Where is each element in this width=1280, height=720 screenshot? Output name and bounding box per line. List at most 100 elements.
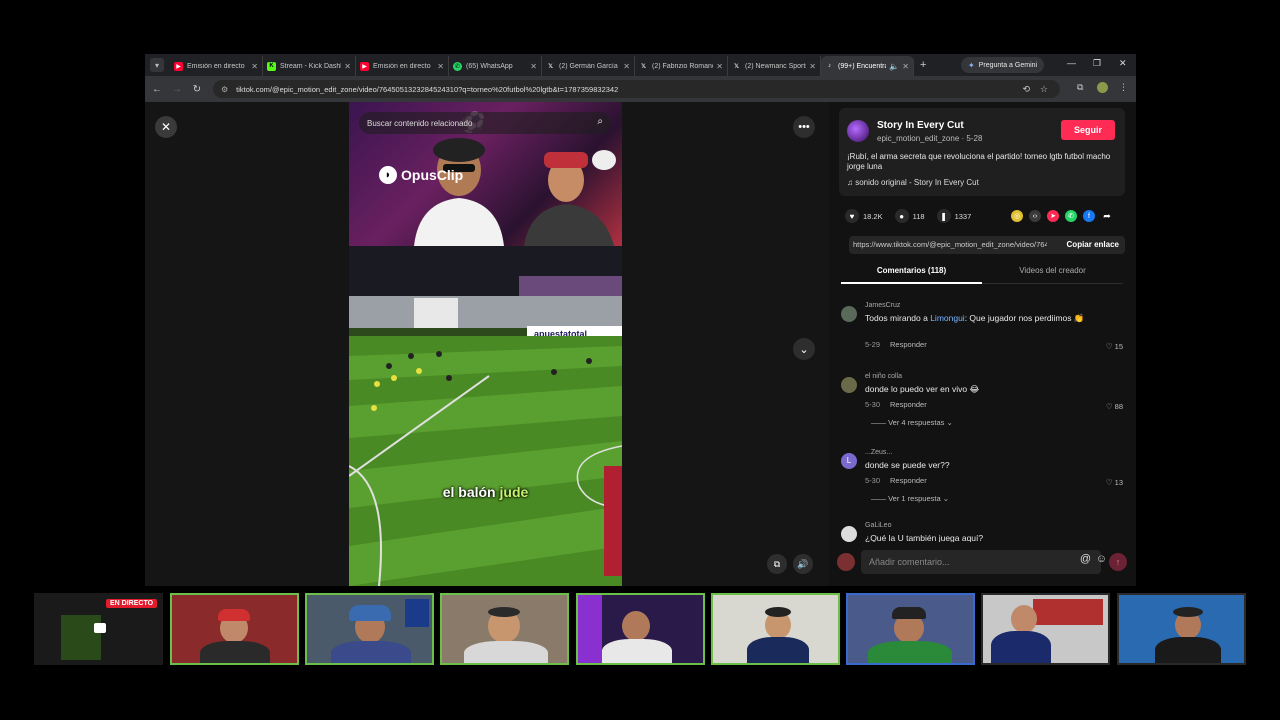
tab-search-icon[interactable]: ▾ (150, 58, 164, 72)
address-bar: ← → ↻ ⚙ tiktok.com/@epic_motion_edit_zon… (145, 76, 1136, 102)
extensions-icon[interactable]: ⧉ (1077, 82, 1083, 93)
comment-text: ¿Qué la U también juega aquí? (865, 533, 984, 542)
embed-icon[interactable]: ‹› (1029, 210, 1041, 222)
commenter-name[interactable]: JamesCruz (865, 302, 900, 309)
send-to-friends-icon[interactable]: ➤ (1047, 210, 1059, 222)
reply-button[interactable]: Responder (890, 400, 927, 409)
tab-6[interactable]: 𝕏 (2) Fabrizio Romano ✕ (635, 56, 728, 76)
x-icon: 𝕏 (641, 63, 646, 70)
usa-flag-decor (405, 599, 429, 627)
x-icon: 𝕏 (734, 63, 739, 70)
search-icon[interactable]: ⌕ (597, 116, 603, 127)
heart-icon[interactable]: ♥ (845, 209, 859, 223)
reply-button[interactable]: Responder (890, 476, 927, 485)
comment-like[interactable]: ♡ 13 (1106, 478, 1123, 487)
view-replies-button[interactable]: —— Ver 1 respuesta ⌄ (871, 494, 949, 503)
chevron-down-icon: ⌄ (944, 418, 953, 427)
browser-menu-icon[interactable]: ⋮ (1119, 82, 1128, 93)
new-tab-button[interactable]: + (920, 59, 926, 71)
speaker-icon: 🔈 (889, 61, 900, 71)
close-icon[interactable]: ✕ (902, 62, 909, 71)
window-close-button[interactable]: ✕ (1119, 58, 1127, 69)
participant-hair (488, 607, 520, 617)
close-video-button[interactable]: ✕ (155, 116, 177, 138)
more-share-icon[interactable]: ➦ (1101, 210, 1113, 222)
commenter-avatar[interactable] (841, 306, 857, 322)
tab-3[interactable]: ▶ Emisión en directo ✕ (356, 56, 449, 76)
comment-like[interactable]: ♡ 88 (1106, 402, 1123, 411)
divider-line: —— (871, 418, 889, 427)
minimize-button[interactable]: — (1067, 58, 1076, 68)
participant-body (331, 641, 411, 663)
translate-icon[interactable]: ⟲ (1022, 80, 1030, 98)
back-icon[interactable]: ← (147, 84, 167, 95)
coin-share-icon[interactable]: ◎ (1011, 210, 1023, 222)
forward-icon[interactable]: → (167, 84, 187, 95)
close-icon[interactable]: ✕ (809, 62, 816, 71)
url-field[interactable]: ⚙ tiktok.com/@epic_motion_edit_zone/vide… (213, 80, 1060, 98)
tab-comments[interactable]: Comentarios (118) (841, 262, 982, 284)
opusclip-watermark: ◗ OpusClip (379, 166, 463, 184)
close-icon[interactable]: ✕ (251, 62, 258, 71)
next-video-button[interactable]: ⌄ (793, 338, 815, 360)
emoji-icon[interactable]: ☺ (1096, 553, 1107, 565)
close-icon[interactable]: ✕ (623, 62, 630, 71)
comment-meta: 5-30 Responder (865, 476, 927, 485)
profile-avatar[interactable] (1097, 82, 1108, 93)
gemini-button[interactable]: ✦ Pregunta a Gemini (961, 57, 1045, 73)
comment-text: Todos mirando a Limongui: Que jugador no… (865, 313, 1085, 323)
volume-button[interactable]: 🔊 (793, 554, 813, 574)
author-name[interactable]: Story In Every Cut (877, 120, 964, 131)
tab-1[interactable]: ▶ Emisión en directo ✕ (170, 56, 263, 76)
sound-link[interactable]: ♫ sonido original - Story In Every Cut (847, 178, 979, 187)
view-replies-button[interactable]: —— Ver 4 respuestas ⌄ (871, 418, 953, 427)
video-player-area: ✕ ••• ⌄ ⧉ 🔊 ⚽ (145, 102, 829, 586)
comment-like[interactable]: ♡ 15 (1106, 342, 1123, 351)
follow-button[interactable]: Seguir (1061, 120, 1115, 140)
commenter-name[interactable]: GaLiLeo (865, 522, 891, 529)
mention-link[interactable]: Limongui (930, 313, 965, 323)
miniplayer-button[interactable]: ⧉ (767, 554, 787, 574)
commenter-avatar[interactable] (841, 526, 857, 542)
tab-4[interactable]: ✆ (65) WhatsApp ✕ (449, 56, 542, 76)
close-icon[interactable]: ✕ (530, 62, 537, 71)
more-options-button[interactable]: ••• (793, 116, 815, 138)
bookmark-icon[interactable]: ❚ (936, 209, 951, 223)
cam-participant-7 (981, 593, 1110, 665)
commenter-name[interactable]: el niño colla (865, 373, 902, 380)
bookmark-star-icon[interactable]: ☆ (1040, 80, 1048, 98)
close-icon[interactable]: ✕ (344, 62, 351, 71)
tab-2[interactable]: KStream - Kick Dashboard✕ (263, 56, 356, 76)
mention-at-icon[interactable]: @ (1080, 553, 1091, 565)
reply-button[interactable]: Responder (890, 340, 927, 349)
video-frame[interactable]: ⚽ (349, 102, 622, 586)
x-icon: 𝕏 (548, 63, 553, 70)
commenter-avatar[interactable] (841, 377, 857, 393)
whatsapp-share-icon[interactable]: ✆ (1065, 210, 1077, 222)
tab-creator-videos[interactable]: Videos del creador (982, 262, 1123, 284)
site-info-icon[interactable]: ⚙ (221, 85, 228, 94)
commenter-avatar[interactable]: L (841, 453, 857, 469)
author-avatar[interactable] (847, 120, 869, 142)
close-icon[interactable]: ✕ (437, 62, 444, 71)
restore-button[interactable]: ❐ (1093, 58, 1101, 69)
send-comment-button[interactable]: ↑ (1109, 553, 1127, 571)
facebook-share-icon[interactable]: f (1083, 210, 1095, 222)
share-link-url[interactable]: https://www.tiktok.com/@epic_motion_edit… (853, 236, 1047, 254)
participant-head (622, 611, 650, 641)
tab-5[interactable]: 𝕏 (2) Germán García ✕ (542, 56, 635, 76)
tab-8-active[interactable]: ♪ (99+) Encuentra 🔈 ✕ (821, 56, 914, 76)
commenter-name[interactable]: ...Zeus... (865, 449, 892, 456)
related-search-input[interactable]: Buscar contenido relacionado ⌕ (359, 112, 611, 134)
panel-tabs: Comentarios (118) Videos del creador (841, 262, 1123, 284)
copy-link-button[interactable]: Copiar enlace (1067, 236, 1119, 254)
cam-screen-share: EN DIRECTO (34, 593, 163, 665)
host-figure (414, 138, 504, 246)
reload-icon[interactable]: ↻ (187, 84, 207, 95)
comment-input[interactable]: Añadir comentario... (861, 550, 1101, 574)
tab-7[interactable]: 𝕏 (2) Newmanc Sports ✕ (728, 56, 821, 76)
close-icon[interactable]: ✕ (716, 62, 723, 71)
cam-participant-5 (711, 593, 840, 665)
music-note-icon: ♫ (847, 178, 856, 187)
comment-icon[interactable]: ● (894, 209, 909, 223)
